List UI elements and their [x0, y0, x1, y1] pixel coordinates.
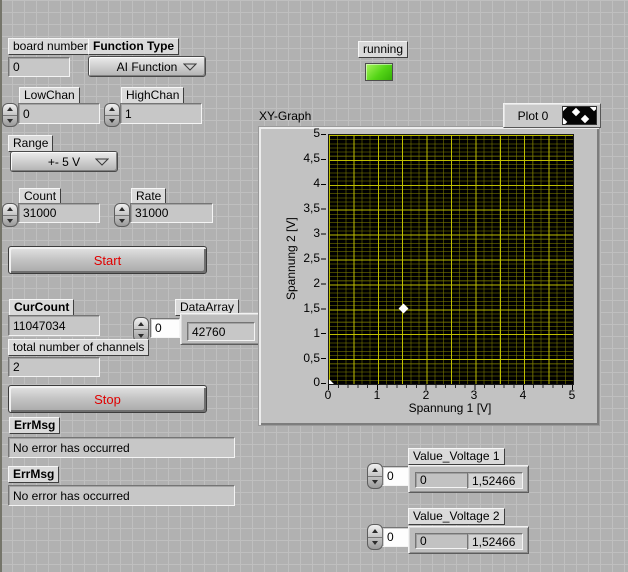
range-value: +- 5 V — [47, 154, 81, 169]
decrement-button[interactable] — [3, 216, 17, 227]
lowchan-label: LowChan — [19, 87, 80, 104]
total-channels-field: 2 — [8, 357, 100, 377]
xy-graph-title: XY-Graph — [259, 109, 312, 123]
value-voltage-1-container: 0 1,52466 — [408, 465, 529, 493]
up-arrow-icon — [7, 207, 13, 212]
errmsg2-field: No error has occurred — [8, 485, 235, 506]
board-number-label: board number — [8, 38, 93, 55]
up-arrow-icon — [119, 207, 125, 212]
plot-legend-label: Plot 0 — [517, 108, 549, 123]
increment-button[interactable] — [105, 104, 119, 116]
data-point — [398, 303, 409, 314]
decrement-button[interactable] — [105, 116, 119, 127]
errmsg2-label: ErrMsg — [8, 466, 60, 483]
scatter-plot-swatch-icon — [562, 106, 597, 125]
x-tick-label: 5 — [568, 388, 576, 402]
decrement-button[interactable] — [115, 216, 129, 227]
value-voltage-2-container: 0 1,52466 — [408, 526, 529, 554]
decrement-button[interactable] — [3, 116, 17, 127]
x-tick-label: 4 — [519, 388, 527, 402]
lowchan-spinner[interactable] — [2, 103, 18, 127]
up-arrow-icon — [7, 107, 13, 112]
value-voltage-2-index-spinner[interactable] — [367, 524, 383, 550]
plot-legend[interactable]: Plot 0 — [503, 103, 601, 128]
decrement-button[interactable] — [368, 477, 382, 489]
value-voltage-1-index-spinner[interactable] — [367, 463, 383, 489]
increment-button[interactable] — [3, 204, 17, 216]
running-label: running — [358, 41, 409, 58]
x-tick-label: 0 — [324, 388, 332, 402]
board-number-field[interactable]: 0 — [8, 57, 70, 77]
down-arrow-icon — [138, 333, 144, 338]
function-type-label: Function Type — [88, 38, 180, 55]
x-tick-label: 3 — [470, 388, 478, 402]
rate-field[interactable]: 31000 — [130, 203, 213, 223]
x-tick-label: 2 — [422, 388, 430, 402]
value-voltage-2-label: Value_Voltage 2 — [408, 508, 505, 525]
labview-front-panel: board number 0 Function Type AI Function… — [0, 0, 628, 572]
chevron-down-icon — [182, 63, 198, 71]
up-arrow-icon — [372, 467, 378, 472]
up-arrow-icon — [372, 528, 378, 533]
value-voltage-1-element0-field: 0 — [415, 472, 468, 488]
start-button[interactable]: Start — [8, 246, 207, 274]
chevron-down-icon — [94, 158, 110, 166]
value-voltage-1-label: Value_Voltage 1 — [408, 448, 505, 465]
dataarray-value-field: 42760 — [187, 322, 255, 341]
lowchan-field[interactable]: 0 — [18, 103, 100, 124]
x-axis-name: Spannung 1 [V] — [408, 401, 492, 415]
errmsg1-field: No error has occurred — [8, 437, 235, 458]
value-voltage-1-value-field: 1,52466 — [467, 472, 523, 489]
decrement-button[interactable] — [368, 538, 382, 550]
curcount-field: 11047034 — [8, 315, 100, 336]
down-arrow-icon — [372, 480, 378, 485]
down-arrow-icon — [372, 541, 378, 546]
dataarray-index-field[interactable]: 0 — [150, 318, 180, 338]
function-type-value: AI Function — [116, 59, 178, 74]
up-arrow-icon — [138, 321, 144, 326]
highchan-field[interactable]: 1 — [120, 103, 202, 124]
rate-spinner[interactable] — [114, 203, 130, 227]
stop-button[interactable]: Stop — [8, 385, 207, 413]
dataarray-container: 42760 — [180, 313, 260, 345]
increment-button[interactable] — [368, 464, 382, 477]
range-dropdown[interactable]: +- 5 V — [10, 151, 118, 172]
curcount-label: CurCount — [9, 299, 75, 316]
total-channels-label: total number of channels — [8, 339, 150, 356]
highchan-label: HighChan — [121, 87, 185, 104]
increment-button[interactable] — [134, 318, 148, 330]
count-spinner[interactable] — [2, 203, 18, 227]
down-arrow-icon — [109, 118, 115, 123]
function-type-dropdown[interactable]: AI Function — [88, 56, 206, 77]
x-tick-label: 1 — [373, 388, 381, 402]
range-label: Range — [8, 135, 54, 152]
increment-button[interactable] — [3, 104, 17, 116]
highchan-spinner[interactable] — [104, 103, 120, 127]
count-field[interactable]: 31000 — [18, 203, 100, 223]
y-axis-ticks — [321, 134, 326, 384]
value-voltage-2-value-field: 1,52466 — [467, 533, 523, 550]
down-arrow-icon — [7, 118, 13, 123]
down-arrow-icon — [7, 218, 13, 223]
panel-left-edge — [0, 0, 2, 572]
running-led — [365, 63, 393, 81]
value-voltage-2-element0-field: 0 — [415, 533, 468, 549]
y-axis-name: Spannung 2 [V] — [284, 217, 298, 300]
up-arrow-icon — [109, 107, 115, 112]
down-arrow-icon — [119, 218, 125, 223]
increment-button[interactable] — [115, 204, 129, 216]
plot-area — [328, 134, 574, 385]
errmsg1-label: ErrMsg — [9, 417, 61, 434]
increment-button[interactable] — [368, 525, 382, 538]
